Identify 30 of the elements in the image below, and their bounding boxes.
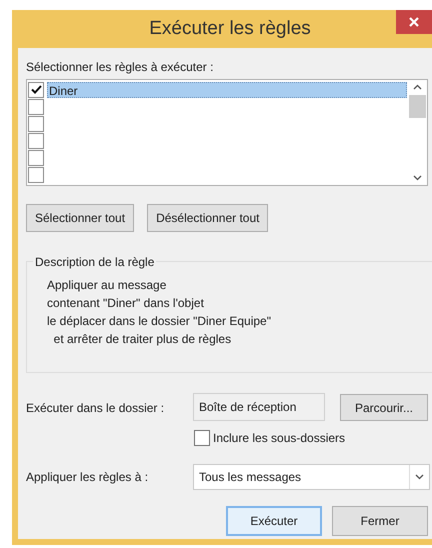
description-line: et arrêter de traiter plus de règles [52, 331, 232, 348]
rule-checkbox[interactable] [28, 150, 44, 166]
scroll-up-icon[interactable] [412, 84, 422, 90]
rule-item[interactable]: Diner [47, 82, 407, 98]
rule-checkbox[interactable] [28, 166, 44, 182]
checkbox[interactable] [194, 430, 210, 446]
deselect-all-button[interactable]: Désélectionner tout [147, 204, 268, 232]
apply-dropdown[interactable]: Tous les messages [193, 464, 430, 490]
apply-label: Appliquer les règles à : [26, 469, 150, 486]
description-line: Appliquer au message [47, 277, 168, 294]
caret-icon [415, 474, 424, 480]
close-icon [409, 17, 419, 27]
close-button[interactable] [396, 10, 432, 34]
rule-checkbox[interactable] [28, 116, 44, 132]
description-line: contenant "Diner" dans l'objet [47, 295, 205, 312]
folder-label: Exécuter dans le dossier : [26, 400, 166, 417]
checkbox-label: Inclure les sous-dossiers [213, 430, 346, 447]
close-dialog-button[interactable]: Fermer [332, 506, 428, 536]
folder-field: Boîte de réception [193, 393, 325, 421]
rule-checkbox[interactable] [28, 82, 44, 98]
browse-button[interactable]: Parcourir... [340, 394, 428, 421]
description-line: le déplacer dans le dossier "Diner Equipe" [47, 313, 272, 330]
run-button[interactable]: Exécuter [226, 506, 322, 536]
scroll-down-icon[interactable] [412, 175, 422, 181]
rule-checkbox[interactable] [28, 98, 44, 114]
select-all-button[interactable]: Sélectionner tout [26, 204, 134, 232]
rules-label: Sélectionner les règles à exécuter : [26, 59, 214, 76]
rule-checkbox[interactable] [28, 132, 44, 148]
scroll-thumb[interactable] [408, 95, 426, 118]
window-title: Exécuter les règles [149, 16, 311, 41]
